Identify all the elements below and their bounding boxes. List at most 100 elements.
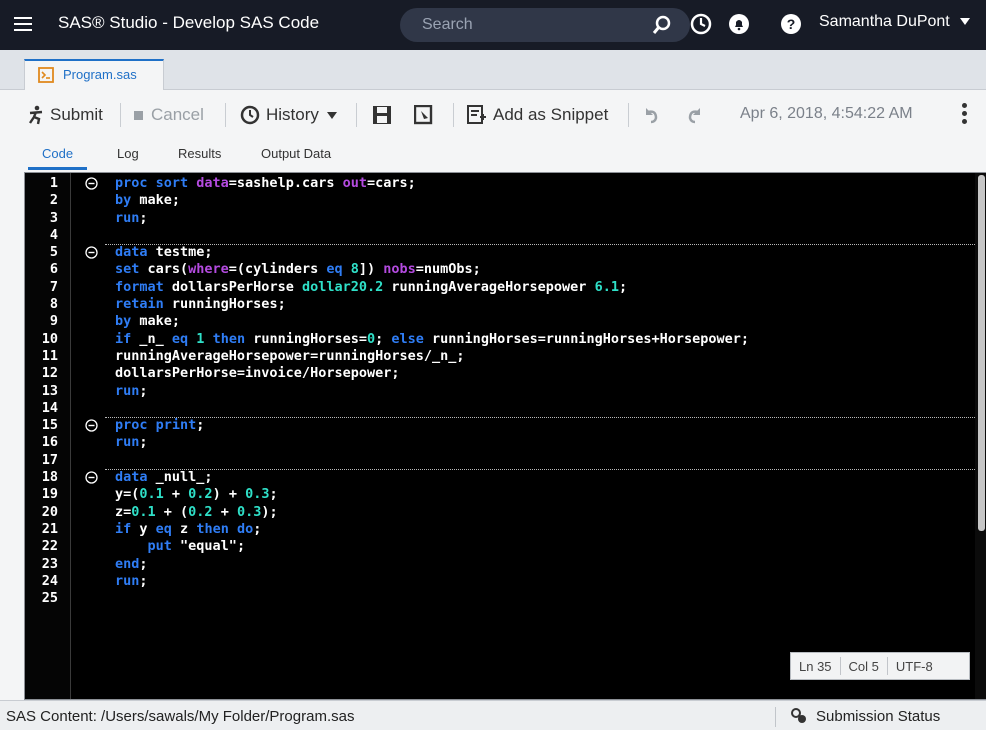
line-number: 11 — [41, 347, 58, 364]
code-line[interactable]: 11 runningAverageHorsepower=runningHorses… — [25, 348, 986, 365]
line-number: 8 — [49, 296, 58, 313]
code-line[interactable]: 22 put "equal"; — [25, 538, 986, 555]
code-text: format dollarsPerHorse dollar20.2 runnin… — [115, 278, 628, 295]
menu-icon[interactable] — [14, 17, 32, 31]
code-line[interactable]: 21 if y eq z then do; — [25, 521, 986, 538]
tab-results[interactable]: Results — [178, 146, 221, 167]
add-snippet-button[interactable]: Add as Snippet — [467, 103, 608, 127]
editor-tabs: Program.sas — [0, 50, 986, 90]
code-line[interactable]: 6 set cars(where=(cylinders eq 8]) nobs=n… — [25, 261, 986, 278]
submission-status-button[interactable]: Submission Status — [790, 707, 940, 725]
line-number: 21 — [41, 520, 58, 537]
code-line[interactable]: 17 — [25, 452, 986, 469]
user-menu[interactable]: Samantha DuPont — [819, 13, 950, 31]
status-bar: SAS Content: /Users/sawals/My Folder/Pro… — [0, 700, 986, 730]
save-icon[interactable] — [372, 105, 392, 125]
submission-status-icon — [791, 708, 806, 723]
code-line[interactable]: 20 z=0.1 + (0.2 + 0.3); — [25, 504, 986, 521]
line-number: 25 — [41, 590, 58, 607]
line-number: 4 — [49, 226, 58, 243]
scrollbar-thumb[interactable] — [978, 175, 985, 531]
cursor-status: Ln 35 Col 5 UTF-8 — [790, 652, 970, 680]
search-box[interactable]: Search — [400, 8, 690, 42]
collapse-icon[interactable] — [85, 177, 98, 190]
help-icon[interactable]: ? — [780, 13, 802, 35]
code-line[interactable]: 18 data _null_; — [25, 469, 986, 486]
line-number: 3 — [49, 209, 58, 226]
code-line[interactable]: 25 — [25, 590, 986, 607]
undo-icon[interactable] — [642, 106, 660, 124]
code-line[interactable]: 10 if _n_ eq 1 then runningHorses=0; else… — [25, 331, 986, 348]
code-line[interactable]: 5 data testme; — [25, 244, 986, 261]
collapse-icon[interactable] — [85, 471, 98, 484]
code-line[interactable]: 9 by make; — [25, 313, 986, 330]
line-number: 16 — [41, 434, 58, 451]
save-as-icon[interactable] — [414, 105, 434, 125]
code-editor[interactable]: 1 proc sort data=sashelp.cars out=cars; 2 b… — [24, 172, 986, 700]
code-line[interactable]: 4 — [25, 227, 986, 244]
code-line[interactable]: 3 run; — [25, 210, 986, 227]
app-title: SAS® Studio - Develop SAS Code — [58, 13, 320, 32]
search-icon[interactable] — [652, 15, 672, 35]
code-line[interactable]: 12 dollarsPerHorse=invoice/Horsepower; — [25, 365, 986, 382]
tab-program[interactable]: Program.sas — [24, 59, 164, 90]
code-line[interactable]: 2 by make; — [25, 192, 986, 209]
stop-icon — [134, 110, 143, 120]
code-text: run; — [115, 434, 148, 451]
snippet-icon — [467, 105, 486, 124]
line-number: 17 — [41, 451, 58, 468]
code-area[interactable]: 1 proc sort data=sashelp.cars out=cars; 2 b… — [25, 175, 986, 607]
submit-button[interactable]: Submit — [26, 103, 103, 127]
code-line[interactable]: 1 proc sort data=sashelp.cars out=cars; — [25, 175, 986, 192]
more-options-icon[interactable] — [962, 103, 968, 125]
history-icon — [240, 105, 260, 125]
column-indicator: Col 5 — [848, 658, 879, 674]
line-number: 24 — [41, 572, 58, 589]
code-line[interactable]: 8 retain runningHorses; — [25, 296, 986, 313]
code-text: if _n_ eq 1 then runningHorses=0; else r… — [115, 330, 750, 347]
code-line[interactable]: 19 y=(0.1 + 0.2) + 0.3; — [25, 486, 986, 503]
tab-output-data[interactable]: Output Data — [261, 146, 331, 167]
cancel-label: Cancel — [151, 105, 204, 124]
collapse-icon[interactable] — [85, 246, 98, 259]
editor-scrollbar[interactable] — [975, 173, 986, 699]
collapse-icon[interactable] — [85, 419, 98, 432]
code-text: proc print; — [115, 417, 205, 434]
line-number: 15 — [41, 417, 58, 434]
last-saved-timestamp: Apr 6, 2018, 4:54:22 AM — [740, 105, 913, 122]
tab-log[interactable]: Log — [117, 146, 139, 167]
code-line[interactable]: 23 end; — [25, 556, 986, 573]
code-text: dollarsPerHorse=invoice/Horsepower; — [115, 365, 400, 382]
line-number: 1 — [49, 175, 58, 191]
svg-text:?: ? — [787, 16, 796, 32]
code-line[interactable]: 7 format dollarsPerHorse dollar20.2 runni… — [25, 279, 986, 296]
line-number: 10 — [41, 330, 58, 347]
cancel-button[interactable]: Cancel — [134, 103, 204, 127]
line-number: 2 — [49, 192, 58, 209]
step-separator — [105, 244, 977, 246]
code-line[interactable]: 14 — [25, 400, 986, 417]
line-number: 23 — [41, 555, 58, 572]
add-snippet-label: Add as Snippet — [493, 105, 609, 124]
code-line[interactable]: 13 run; — [25, 383, 986, 400]
code-line[interactable]: 16 run; — [25, 434, 986, 451]
line-number: 12 — [41, 365, 58, 382]
view-tabs: Code Log Results Output Data — [0, 140, 986, 172]
code-text: run; — [115, 572, 148, 589]
code-line[interactable]: 15 proc print; — [25, 417, 986, 434]
chevron-down-icon — [326, 111, 337, 119]
recent-icon[interactable] — [690, 13, 712, 35]
tab-code[interactable]: Code — [28, 146, 88, 170]
line-number: 9 — [49, 313, 58, 330]
program-file-icon — [38, 67, 54, 83]
notifications-icon[interactable] — [728, 13, 750, 35]
code-text: retain runningHorses; — [115, 296, 286, 313]
history-button[interactable]: History — [240, 103, 337, 127]
search-input[interactable]: Search — [422, 16, 473, 34]
code-line[interactable]: 24 run; — [25, 573, 986, 590]
line-number: 5 — [49, 244, 58, 261]
step-separator — [105, 469, 977, 471]
line-number: 19 — [41, 486, 58, 503]
chevron-down-icon[interactable] — [960, 18, 970, 25]
redo-icon[interactable] — [686, 106, 704, 124]
